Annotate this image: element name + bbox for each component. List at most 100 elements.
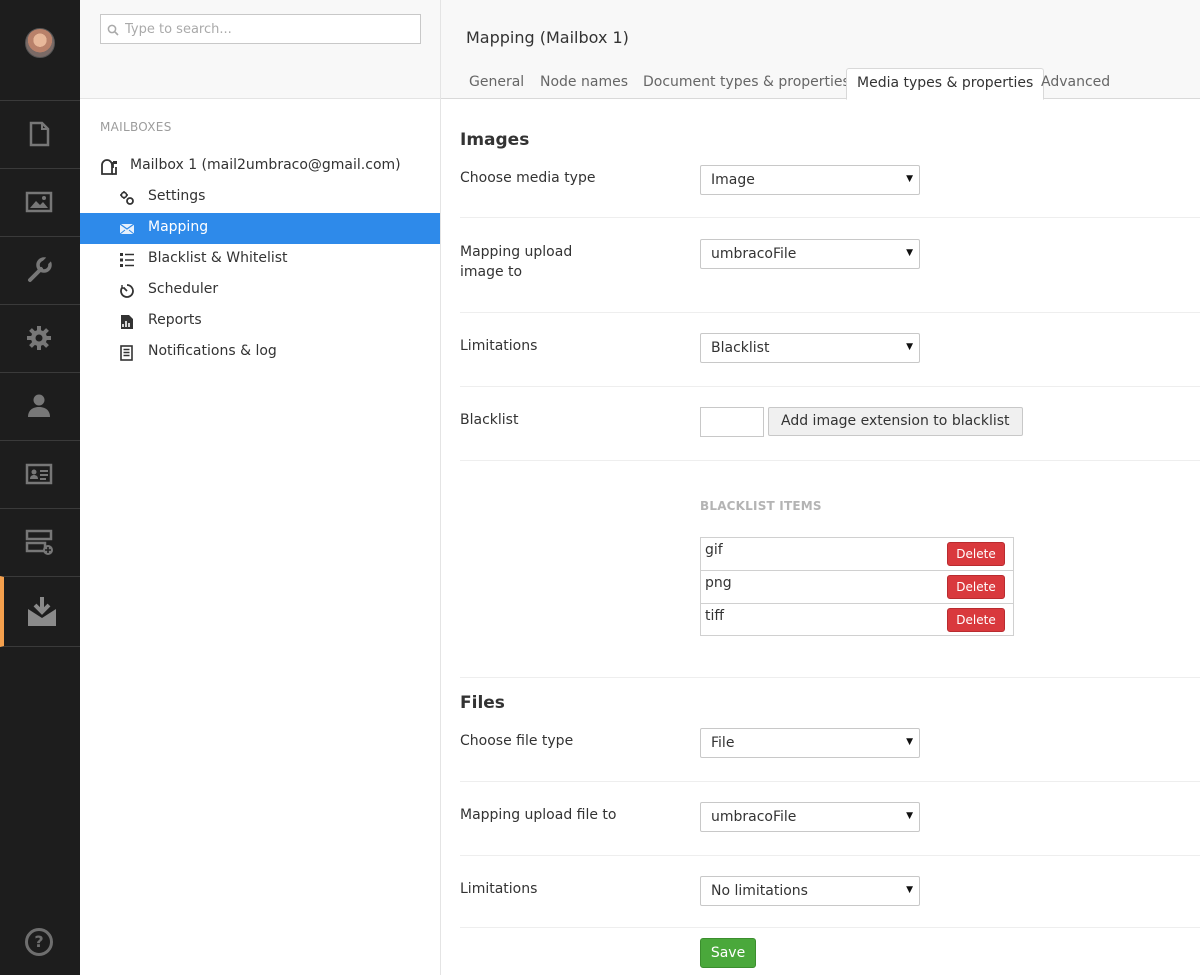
media-section[interactable]	[0, 168, 80, 236]
mailbox-icon	[101, 159, 117, 175]
mail-download-icon	[28, 597, 56, 626]
tree-item-label: Settings	[148, 188, 206, 204]
tree-item-notifications-log[interactable]: Notifications & log	[80, 337, 440, 368]
dropdown-arrow-icon: ▼	[906, 737, 913, 747]
dropdown-arrow-icon: ▼	[906, 342, 913, 352]
tree-item-label: Mapping	[148, 219, 209, 235]
tree-item-reports[interactable]: Reports	[80, 306, 440, 337]
files-limitations-select[interactable]: No limitations ▼	[700, 876, 920, 906]
envelope-icon	[119, 223, 135, 235]
images-limitations-label: Limitations	[460, 338, 538, 354]
settings-wrench-icon	[28, 256, 52, 282]
dropdown-arrow-icon: ▼	[906, 248, 913, 258]
settings-section[interactable]	[0, 236, 80, 304]
tab-media-types[interactable]: Media types & properties	[846, 68, 1045, 100]
media-icon	[25, 191, 53, 213]
developer-section[interactable]	[0, 304, 80, 372]
users-icon	[28, 394, 50, 417]
choose-file-type-label: Choose file type	[460, 733, 574, 749]
developer-gear-icon	[27, 326, 51, 350]
tab-node-names[interactable]: Node names	[530, 68, 638, 100]
app-rail: ?	[0, 0, 80, 975]
mail-section[interactable]	[0, 576, 80, 647]
members-section[interactable]	[0, 440, 80, 508]
tree-item-label: Notifications & log	[148, 343, 277, 359]
main-panel: Mapping (Mailbox 1) General Node names D…	[441, 0, 1200, 975]
search-bar	[80, 0, 440, 99]
members-icon	[25, 463, 53, 485]
media-type-value: Image	[711, 172, 755, 188]
mapping-upload-image-select[interactable]: umbracoFile ▼	[700, 239, 920, 269]
files-limitations-value: No limitations	[711, 883, 808, 899]
tab-document-types[interactable]: Document types & properties	[633, 68, 860, 100]
users-section[interactable]	[0, 372, 80, 440]
mapping-upload-file-label: Mapping upload file to	[460, 807, 617, 823]
save-button[interactable]: Save	[700, 938, 756, 968]
tab-general[interactable]: General	[459, 68, 534, 100]
mapping-upload-file-select[interactable]: umbracoFile ▼	[700, 802, 920, 832]
content-icon	[29, 121, 50, 147]
blacklist-item-value: tiff	[705, 608, 725, 624]
tree-item-scheduler[interactable]: Scheduler	[80, 275, 440, 306]
table-row: tiff Delete	[701, 604, 1013, 637]
page-title: Mapping (Mailbox 1)	[466, 28, 629, 47]
search-input[interactable]	[125, 20, 405, 38]
delete-button[interactable]: Delete	[947, 575, 1005, 599]
divider	[460, 460, 1200, 461]
blacklist-items-heading: BLACKLIST ITEMS	[700, 499, 822, 513]
media-type-select[interactable]: Image ▼	[700, 165, 920, 195]
table-row: gif Delete	[701, 538, 1013, 571]
tree-item-settings[interactable]: Settings	[80, 182, 440, 213]
dropdown-arrow-icon: ▼	[906, 174, 913, 184]
blacklist-item-value: gif	[705, 542, 723, 558]
tree-heading: MAILBOXES	[100, 120, 172, 134]
table-row: png Delete	[701, 571, 1013, 604]
file-type-select[interactable]: File ▼	[700, 728, 920, 758]
images-limitations-select[interactable]: Blacklist ▼	[700, 333, 920, 363]
add-extension-button[interactable]: Add image extension to blacklist	[768, 407, 1023, 436]
files-limitations-label: Limitations	[460, 881, 538, 897]
tree-root-label: Mailbox 1 (mail2umbraco@gmail.com)	[130, 157, 401, 173]
search-icon	[107, 24, 119, 36]
dropdown-arrow-icon: ▼	[906, 811, 913, 821]
file-type-value: File	[711, 735, 735, 751]
dropdown-arrow-icon: ▼	[906, 885, 913, 895]
divider	[460, 677, 1200, 678]
forms-section[interactable]	[0, 508, 80, 576]
blacklist-extension-input[interactable]	[700, 407, 764, 437]
tree-item-label: Scheduler	[148, 281, 219, 297]
images-limitations-value: Blacklist	[711, 340, 770, 356]
blacklist-item-value: png	[705, 575, 732, 591]
content-section[interactable]	[0, 100, 80, 168]
report-icon	[121, 315, 133, 329]
files-section-title: Files	[460, 693, 505, 713]
tree-item-mapping[interactable]: Mapping	[80, 213, 440, 244]
user-avatar[interactable]	[25, 28, 55, 58]
timer-icon	[120, 284, 134, 298]
editor-header: Mapping (Mailbox 1) General Node names D…	[441, 0, 1200, 100]
delete-button[interactable]: Delete	[947, 542, 1005, 566]
mapping-upload-image-label: Mapping upload image to	[460, 244, 573, 280]
blacklist-items-table: gif Delete png Delete tiff Delete	[700, 537, 1014, 636]
divider	[460, 781, 1200, 782]
settings-icon	[120, 191, 134, 205]
tree-item-label: Blacklist & Whitelist	[148, 250, 288, 266]
blacklist-label: Blacklist	[460, 412, 519, 428]
divider	[460, 386, 1200, 387]
list-icon	[120, 253, 134, 267]
divider	[460, 217, 1200, 218]
mapping-upload-file-value: umbracoFile	[711, 809, 797, 825]
divider	[460, 312, 1200, 313]
search-box[interactable]	[100, 14, 421, 44]
tree-panel: MAILBOXES Mailbox 1 (mail2umbraco@gmail.…	[80, 0, 441, 975]
mapping-upload-image-value: umbracoFile	[711, 246, 797, 262]
delete-button[interactable]: Delete	[947, 608, 1005, 632]
tree-item-blacklist-whitelist[interactable]: Blacklist & Whitelist	[80, 244, 440, 275]
divider	[460, 927, 1200, 928]
divider	[460, 855, 1200, 856]
tab-advanced[interactable]: Advanced	[1031, 68, 1120, 100]
tree-item-label: Reports	[148, 312, 202, 328]
images-section-title: Images	[460, 130, 530, 150]
help-icon[interactable]: ?	[25, 928, 53, 956]
forms-icon	[25, 529, 53, 555]
